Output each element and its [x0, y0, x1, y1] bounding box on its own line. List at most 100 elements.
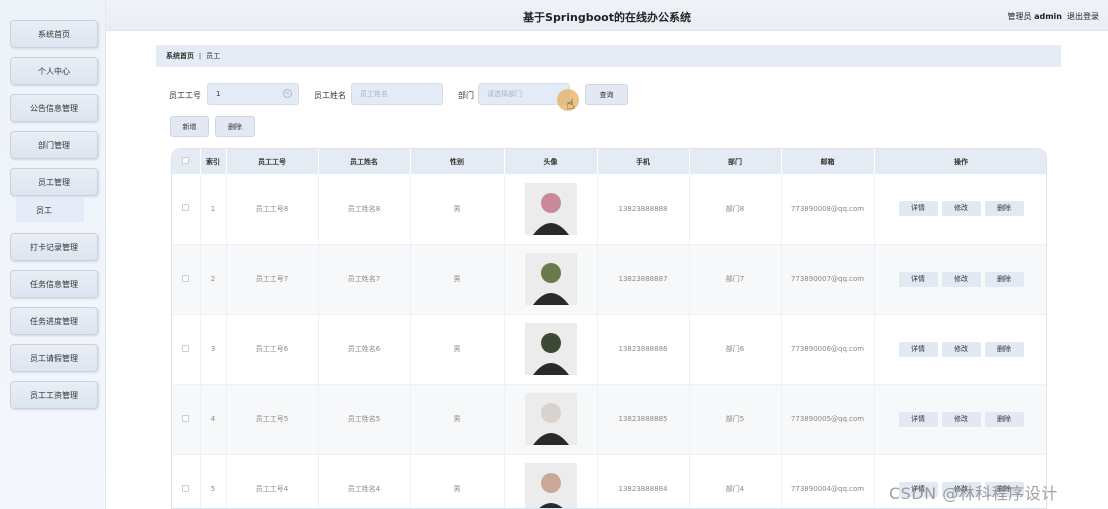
delete-button[interactable]: 删除	[984, 411, 1024, 427]
row-department: 部门7	[689, 244, 782, 315]
row-avatar-cell	[504, 174, 598, 245]
employee-table: 索引 员工工号 员工姓名 性别 头像 手机 部门 邮箱 操作 1 员工工号8 员工姓…	[171, 148, 1047, 509]
breadcrumb-current: 员工	[206, 52, 221, 60]
column-header: 员工工号	[226, 149, 319, 174]
row-department: 部门5	[689, 384, 782, 455]
sidebar-item-home[interactable]: 系统首页	[10, 20, 98, 48]
row-email: 773890005@qq.com	[781, 384, 875, 455]
row-actions: 详情 修改 删除	[874, 174, 1046, 245]
row-gender: 男	[410, 174, 505, 245]
user-role: 管理员	[1007, 12, 1032, 21]
delete-button[interactable]: 删除	[984, 341, 1024, 357]
column-header: 邮箱	[781, 149, 875, 174]
row-avatar-cell	[504, 454, 598, 508]
edit-button[interactable]: 修改	[941, 201, 981, 217]
sidebar: 系统首页 个人中心 公告信息管理 部门管理 员工管理 员工 打卡记录管理 任务信…	[0, 0, 106, 509]
row-email: 773890004@qq.com	[781, 454, 875, 508]
employee-name-label: 员工姓名	[314, 91, 346, 100]
avatar-head	[540, 192, 561, 213]
clear-icon[interactable]: ×	[283, 89, 292, 98]
row-employee-name: 员工姓名4	[318, 454, 411, 508]
select-all-cell[interactable]	[172, 149, 201, 174]
row-department: 部门8	[689, 174, 782, 245]
sidebar-item-profile[interactable]: 个人中心	[10, 57, 98, 85]
breadcrumb: 系统首页 ǀ 员工	[156, 45, 1061, 67]
header: 基于Springboot的在线办公系统 管理员 admin 退出登录	[106, 0, 1108, 31]
delete-button[interactable]: 删除	[984, 271, 1024, 287]
row-department: 部门6	[689, 314, 782, 385]
sidebar-subitem-employee[interactable]: 员工	[16, 198, 84, 222]
row-checkbox[interactable]	[182, 274, 190, 282]
breadcrumb-separator: ǀ	[199, 52, 202, 60]
row-employee-name: 员工姓名6	[318, 314, 411, 385]
sidebar-item-tasks[interactable]: 任务信息管理	[10, 270, 98, 298]
sidebar-item-task-progress[interactable]: 任务进度管理	[10, 307, 98, 335]
row-gender: 男	[410, 384, 505, 455]
edit-button[interactable]: 修改	[941, 271, 981, 287]
row-employee-name: 员工姓名7	[318, 244, 411, 315]
avatar	[524, 463, 577, 508]
column-header: 手机	[597, 149, 690, 174]
employee-name-input[interactable]: 员工姓名	[351, 83, 443, 105]
sidebar-item-departments[interactable]: 部门管理	[10, 131, 98, 159]
select-all-checkbox[interactable]	[182, 157, 190, 164]
employee-id-input[interactable]: 1 ×	[207, 83, 299, 105]
row-avatar-cell	[504, 314, 598, 385]
row-checkbox[interactable]	[182, 204, 190, 212]
row-select-cell[interactable]	[172, 174, 201, 245]
row-checkbox[interactable]	[182, 344, 190, 352]
row-index: 5	[200, 454, 227, 508]
avatar-head	[540, 403, 561, 423]
row-gender: 男	[410, 244, 505, 315]
table-header-row: 索引 员工工号 员工姓名 性别 头像 手机 部门 邮箱 操作	[172, 149, 1046, 174]
department-label: 部门	[458, 91, 474, 100]
row-gender: 男	[410, 454, 505, 508]
row-gender: 男	[410, 314, 505, 385]
edit-button[interactable]: 修改	[941, 341, 981, 357]
department-placeholder: 请选择部门	[487, 90, 522, 98]
detail-button[interactable]: 详情	[898, 411, 938, 427]
sidebar-item-employees[interactable]: 员工管理	[10, 168, 98, 196]
row-checkbox[interactable]	[182, 484, 190, 492]
row-employee-name: 员工姓名8	[318, 174, 411, 245]
table-row: 2 员工工号7 员工姓名7 男 13823888887 部门7 773890007@qq.c…	[172, 244, 1046, 315]
row-employee-name: 员工姓名5	[318, 384, 411, 455]
query-button[interactable]: 查询	[585, 84, 628, 105]
add-button[interactable]: 新增	[170, 116, 209, 137]
edit-button[interactable]: 修改	[941, 411, 981, 427]
detail-button[interactable]: 详情	[898, 271, 938, 287]
cursor-pointer-icon: ☝	[566, 97, 575, 113]
row-select-cell[interactable]	[172, 314, 201, 385]
row-checkbox[interactable]	[182, 414, 190, 422]
logout-link[interactable]: 退出登录	[1067, 11, 1099, 22]
row-select-cell[interactable]	[172, 454, 201, 508]
detail-button[interactable]: 详情	[898, 341, 938, 357]
bulk-delete-button[interactable]: 删除	[215, 116, 255, 137]
row-email: 773890008@qq.com	[781, 174, 875, 245]
sidebar-item-leave[interactable]: 员工请假管理	[10, 344, 98, 372]
row-select-cell[interactable]	[172, 384, 201, 455]
row-actions: 详情 修改 删除	[874, 314, 1046, 385]
user-name: admin	[1034, 12, 1062, 21]
sidebar-item-attendance[interactable]: 打卡记录管理	[10, 233, 98, 261]
breadcrumb-home[interactable]: 系统首页	[166, 51, 194, 61]
avatar-head	[540, 263, 561, 283]
row-employee-id: 员工工号6	[226, 314, 319, 385]
row-employee-id: 员工工号7	[226, 244, 319, 315]
row-index: 2	[200, 244, 227, 315]
table-row: 4 员工工号5 员工姓名5 男 13823888885 部门5 773890005@qq.c…	[172, 384, 1046, 455]
column-header: 性别	[410, 149, 505, 174]
sidebar-item-notices[interactable]: 公告信息管理	[10, 94, 98, 122]
detail-button[interactable]: 详情	[898, 201, 938, 217]
delete-button[interactable]: 删除	[984, 201, 1024, 217]
row-employee-id: 员工工号8	[226, 174, 319, 245]
row-select-cell[interactable]	[172, 244, 201, 315]
row-phone: 13823888885	[597, 384, 690, 455]
employee-name-placeholder: 员工姓名	[360, 90, 388, 98]
row-avatar-cell	[504, 244, 598, 315]
row-index: 3	[200, 314, 227, 385]
avatar	[524, 393, 577, 445]
sidebar-item-salary[interactable]: 员工工资管理	[10, 381, 98, 409]
column-header: 部门	[689, 149, 782, 174]
avatar-head	[540, 473, 561, 493]
